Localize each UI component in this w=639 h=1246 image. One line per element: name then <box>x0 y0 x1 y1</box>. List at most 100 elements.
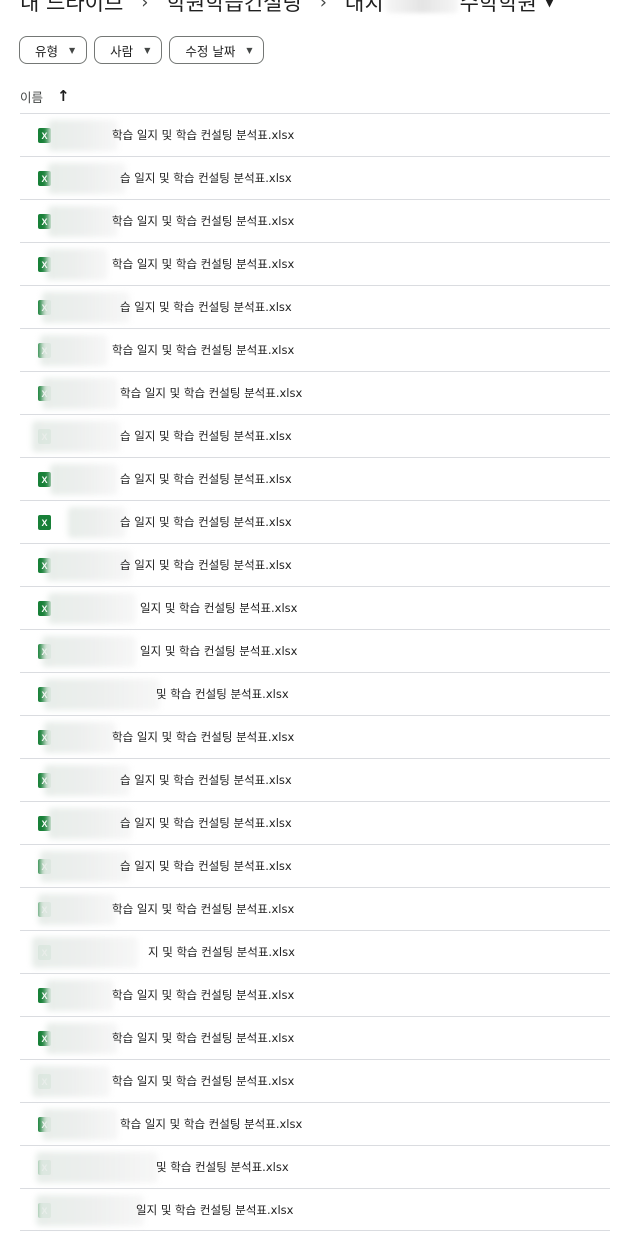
file-row[interactable]: X습 일지 및 학습 컨설팅 분석표.xlsx <box>20 758 610 801</box>
breadcrumb-my-drive[interactable]: 내 드라이브 <box>20 0 123 17</box>
dropdown-arrow-icon: ▼ <box>544 0 555 9</box>
file-row[interactable]: X학습 일지 및 학습 컨설팅 분석표.xlsx <box>20 973 610 1016</box>
redacted-text <box>42 636 136 667</box>
redacted-text <box>48 163 126 194</box>
file-row[interactable]: X학습 일지 및 학습 컨설팅 분석표.xlsx <box>20 371 610 414</box>
redacted-text <box>42 292 130 323</box>
file-name: 및 학습 컨설팅 분석표.xlsx <box>156 687 289 701</box>
list-header: 이름 ↑ <box>20 86 70 106</box>
file-name: 습 일지 및 학습 컨설팅 분석표.xlsx <box>120 515 292 529</box>
file-row[interactable]: X일지 및 학습 컨설팅 분석표.xlsx <box>20 1188 610 1231</box>
file-name: 학습 일지 및 학습 컨설팅 분석표.xlsx <box>112 257 295 271</box>
file-name: 습 일지 및 학습 컨설팅 분석표.xlsx <box>120 429 292 443</box>
chevron-right-icon: › <box>141 0 149 13</box>
caret-down-icon: ▼ <box>246 45 253 55</box>
file-row[interactable]: X지 및 학습 컨설팅 분석표.xlsx <box>20 930 610 973</box>
file-name: 학습 일지 및 학습 컨설팅 분석표.xlsx <box>112 988 295 1002</box>
filter-type-chip[interactable]: 유형 ▼ <box>19 36 88 64</box>
file-name: 학습 일지 및 학습 컨설팅 분석표.xlsx <box>112 1031 295 1045</box>
redacted-text <box>40 335 108 366</box>
breadcrumb-current-suffix: 수학학원 <box>459 0 537 15</box>
file-row[interactable]: X학습 일지 및 학습 컨설팅 분석표.xlsx <box>20 242 610 285</box>
file-row[interactable]: X학습 일지 및 학습 컨설팅 분석표.xlsx <box>20 887 610 930</box>
filter-modified-chip[interactable]: 수정 날짜 ▼ <box>169 36 265 64</box>
file-name: 습 일지 및 학습 컨설팅 분석표.xlsx <box>120 472 292 486</box>
file-row[interactable]: X습 일지 및 학습 컨설팅 분석표.xlsx <box>20 844 610 887</box>
file-row[interactable]: X습 일지 및 학습 컨설팅 분석표.xlsx <box>20 285 610 328</box>
redacted-text <box>46 249 108 280</box>
file-row[interactable]: X습 일지 및 학습 컨설팅 분석표.xlsx <box>20 156 610 199</box>
file-name: 학습 일지 및 학습 컨설팅 분석표.xlsx <box>112 902 295 916</box>
file-row[interactable]: X 습 일지 및 학습 컨설팅 분석표.xlsx <box>20 500 610 543</box>
file-name: 학습 일지 및 학습 컨설팅 분석표.xlsx <box>112 730 295 744</box>
redacted-text <box>48 206 118 237</box>
file-name: 학습 일지 및 학습 컨설팅 분석표.xlsx <box>112 343 295 357</box>
breadcrumb-folder[interactable]: 학원학습컨설팅 <box>166 0 301 17</box>
caret-down-icon: ▼ <box>144 45 151 55</box>
breadcrumb: 내 드라이브 › 학원학습컨설팅 › 대치 수학학원 ▼ <box>20 0 554 17</box>
file-row[interactable]: X일지 및 학습 컨설팅 분석표.xlsx <box>20 586 610 629</box>
file-name: 습 일지 및 학습 컨설팅 분석표.xlsx <box>120 859 292 873</box>
redacted-text <box>38 894 116 925</box>
file-name: 학습 일지 및 학습 컨설팅 분석표.xlsx <box>112 128 295 142</box>
file-name: 습 일지 및 학습 컨설팅 분석표.xlsx <box>120 171 292 185</box>
file-row[interactable]: X습 일지 및 학습 컨설팅 분석표.xlsx <box>20 414 610 457</box>
redacted-text <box>32 421 120 452</box>
redacted-text <box>44 679 160 710</box>
caret-down-icon: ▼ <box>69 45 76 55</box>
file-name: 습 일지 및 학습 컨설팅 분석표.xlsx <box>120 558 292 572</box>
file-name: 습 일지 및 학습 컨설팅 분석표.xlsx <box>120 773 292 787</box>
filter-people-label: 사람 <box>110 43 134 59</box>
filter-modified-label: 수정 날짜 <box>185 43 236 59</box>
breadcrumb-current-prefix: 대치 <box>344 0 384 15</box>
file-row[interactable]: X학습 일지 및 학습 컨설팅 분석표.xlsx <box>20 328 610 371</box>
chevron-right-icon: › <box>319 0 327 13</box>
file-row[interactable]: X학습 일지 및 학습 컨설팅 분석표.xlsx <box>20 113 610 156</box>
file-row[interactable]: X학습 일지 및 학습 컨설팅 분석표.xlsx <box>20 199 610 242</box>
file-row[interactable]: X일지 및 학습 컨설팅 분석표.xlsx <box>20 629 610 672</box>
file-row[interactable]: X및 학습 컨설팅 분석표.xlsx <box>20 672 610 715</box>
file-row[interactable]: X습 일지 및 학습 컨설팅 분석표.xlsx <box>20 543 610 586</box>
file-name: 일지 및 학습 컨설팅 분석표.xlsx <box>140 601 298 615</box>
redacted-text <box>48 593 136 624</box>
redacted-text <box>32 937 138 968</box>
redacted-text <box>50 464 118 495</box>
redacted-text <box>46 980 114 1011</box>
redacted-text <box>46 1023 118 1054</box>
file-name: 지 및 학습 컨설팅 분석표.xlsx <box>148 945 295 959</box>
filter-type-label: 유형 <box>35 43 59 59</box>
file-row[interactable]: X학습 일지 및 학습 컨설팅 분석표.xlsx <box>20 715 610 758</box>
redacted-text <box>44 765 130 796</box>
file-row[interactable]: X습 일지 및 학습 컨설팅 분석표.xlsx <box>20 801 610 844</box>
file-name: 습 일지 및 학습 컨설팅 분석표.xlsx <box>120 816 292 830</box>
redacted-text <box>42 1109 118 1140</box>
redacted-text <box>36 1152 158 1183</box>
redacted-text <box>40 851 130 882</box>
redacted-text <box>385 0 458 13</box>
file-name: 일지 및 학습 컨설팅 분석표.xlsx <box>136 1203 294 1217</box>
redacted-text <box>32 1066 110 1097</box>
file-name: 학습 일지 및 학습 컨설팅 분석표.xlsx <box>112 214 295 228</box>
redacted-text <box>36 1195 144 1226</box>
redacted-text <box>68 507 126 538</box>
file-row[interactable]: X학습 일지 및 학습 컨설팅 분석표.xlsx <box>20 1059 610 1102</box>
file-name: 및 학습 컨설팅 분석표.xlsx <box>156 1160 289 1174</box>
breadcrumb-current-folder[interactable]: 대치 수학학원 ▼ <box>345 0 554 17</box>
file-name: 학습 일지 및 학습 컨설팅 분석표.xlsx <box>120 386 303 400</box>
excel-file-icon: X <box>38 515 51 530</box>
redacted-text <box>44 722 116 753</box>
file-row[interactable]: X학습 일지 및 학습 컨설팅 분석표.xlsx <box>20 1016 610 1059</box>
sort-ascending-icon[interactable]: ↑ <box>57 87 70 105</box>
redacted-text <box>48 120 118 151</box>
file-name: 학습 일지 및 학습 컨설팅 분석표.xlsx <box>112 1074 295 1088</box>
name-column-header[interactable]: 이름 <box>20 87 43 106</box>
file-row[interactable]: X학습 일지 및 학습 컨설팅 분석표.xlsx <box>20 1102 610 1145</box>
file-name: 습 일지 및 학습 컨설팅 분석표.xlsx <box>120 300 292 314</box>
file-row[interactable]: X습 일지 및 학습 컨설팅 분석표.xlsx <box>20 457 610 500</box>
file-list: X 학습 일지 및 학습 컨설팅 분석표.xlsx X 습 일지 및 학습 컨설팅 분… <box>20 113 610 1231</box>
file-row[interactable]: X및 학습 컨설팅 분석표.xlsx <box>20 1145 610 1188</box>
file-name: 학습 일지 및 학습 컨설팅 분석표.xlsx <box>120 1117 303 1131</box>
redacted-text <box>42 378 118 409</box>
filter-bar: 유형 ▼ 사람 ▼ 수정 날짜 ▼ <box>19 36 265 64</box>
filter-people-chip[interactable]: 사람 ▼ <box>94 36 163 64</box>
